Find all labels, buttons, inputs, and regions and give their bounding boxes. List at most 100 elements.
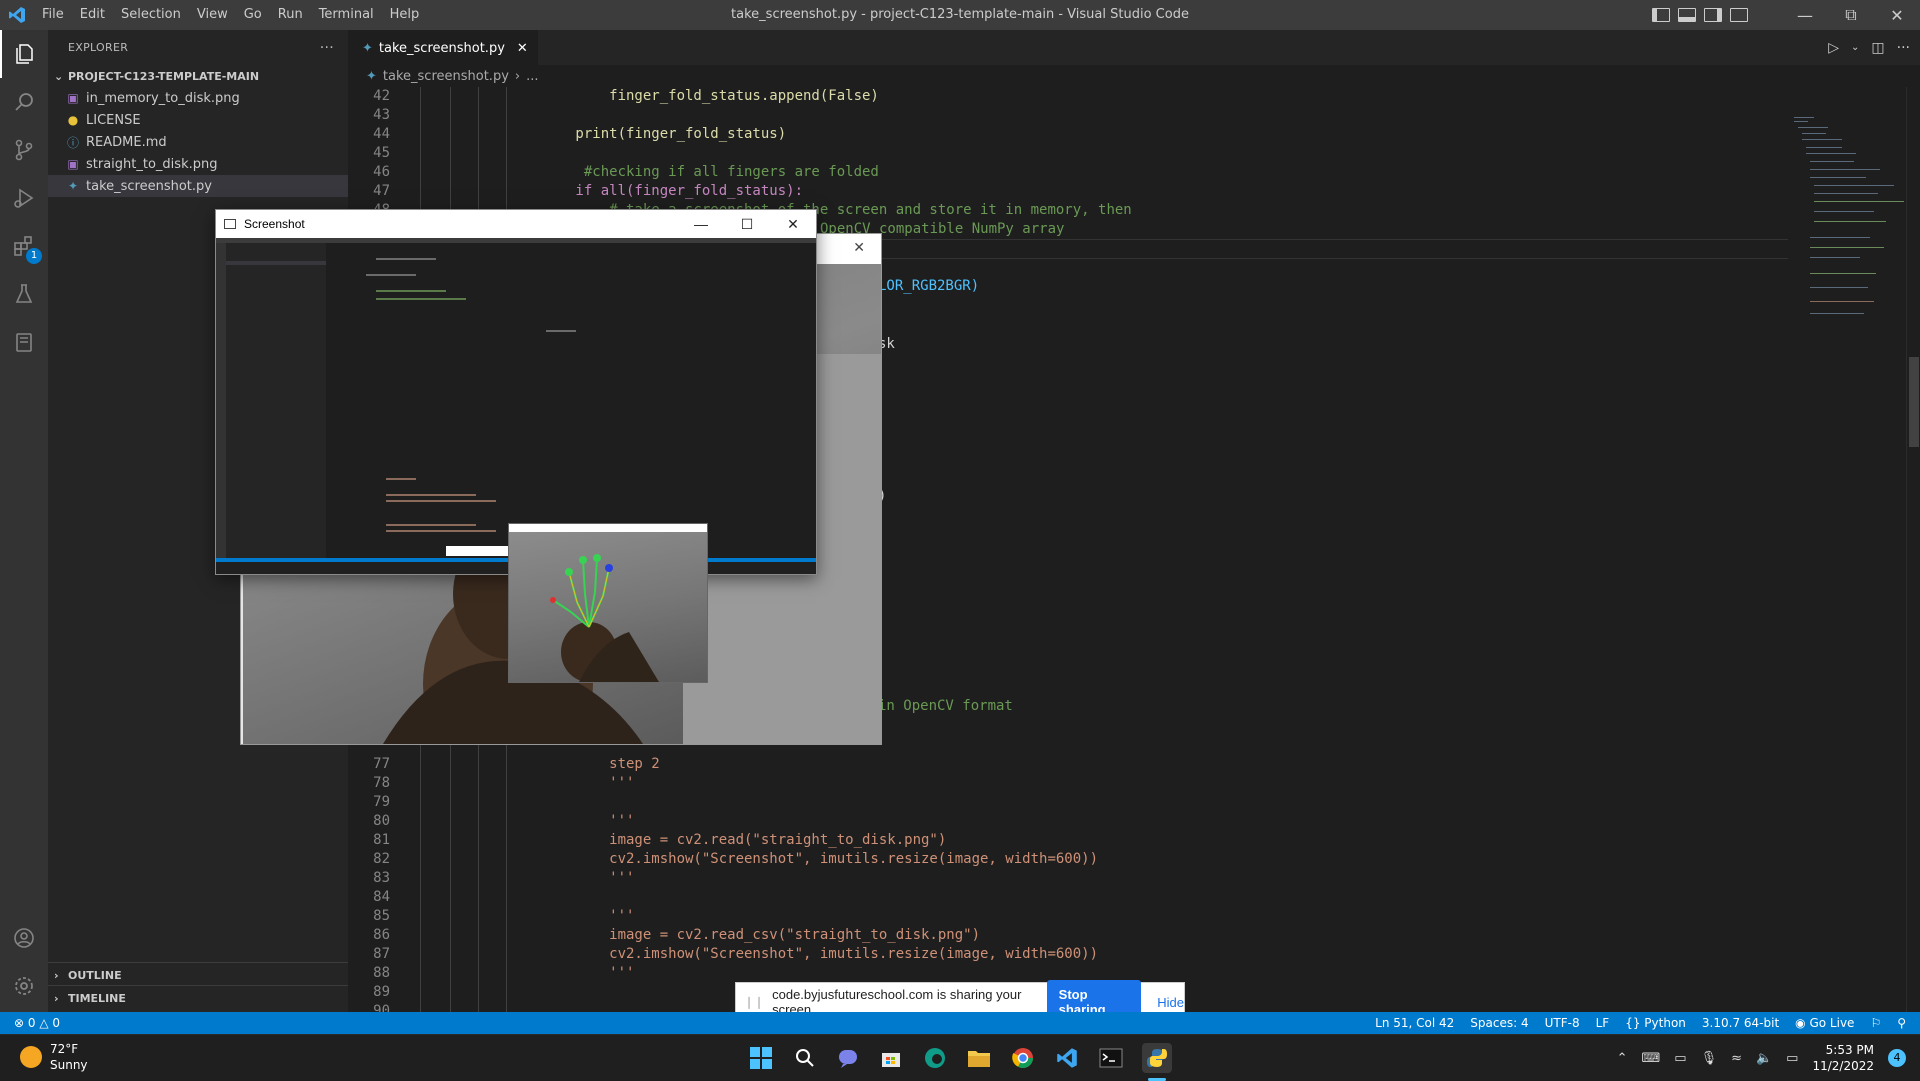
- display-icon[interactable]: ▭: [1674, 1051, 1686, 1066]
- feedback-icon[interactable]: ⚐: [1862, 1016, 1889, 1030]
- end-of-line[interactable]: LF: [1588, 1016, 1618, 1030]
- weather-widget[interactable]: 72°F Sunny: [20, 1041, 88, 1073]
- camera-window-close-icon[interactable]: ✕: [853, 240, 865, 256]
- menu-help[interactable]: Help: [382, 0, 428, 30]
- minimize-icon[interactable]: —: [1782, 0, 1828, 30]
- code-line: image = cv2.read("straight_to_disk.png"): [508, 832, 947, 848]
- notifications-bell-icon[interactable]: ⚲: [1889, 1016, 1920, 1030]
- more-actions-icon[interactable]: ···: [320, 40, 334, 56]
- chevron-right-icon: ›: [54, 968, 59, 982]
- editor-more-actions-icon[interactable]: ···: [1897, 40, 1910, 56]
- screenshot-window[interactable]: Screenshot — ☐ ✕: [215, 209, 817, 683]
- customize-layout-icon[interactable]: [1730, 8, 1748, 22]
- vscode-icon[interactable]: [1052, 1043, 1082, 1073]
- edge-icon[interactable]: [920, 1043, 950, 1073]
- outline-section[interactable]: › OUTLINE: [48, 964, 348, 986]
- clock-time: 5:53 PM: [1825, 1043, 1874, 1057]
- teams-chat-icon[interactable]: [834, 1043, 864, 1073]
- settings-gear-icon[interactable]: [0, 962, 48, 1010]
- indentation[interactable]: Spaces: 4: [1462, 1016, 1536, 1030]
- file-take-screenshot[interactable]: ✦ take_screenshot.py: [48, 175, 348, 197]
- extensions-icon[interactable]: 1: [0, 222, 48, 270]
- menu-run[interactable]: Run: [270, 0, 311, 30]
- screenshot-close-icon[interactable]: ✕: [770, 210, 816, 238]
- close-icon[interactable]: ✕: [1874, 0, 1920, 30]
- tab-close-icon[interactable]: ✕: [517, 41, 528, 56]
- broadcast-icon: ◉: [1795, 1016, 1806, 1030]
- editor-actions: ▷ ⌄ ◫ ···: [1828, 30, 1910, 65]
- language-mode[interactable]: {} Python: [1617, 1016, 1694, 1030]
- keyboard-icon[interactable]: ⌨: [1642, 1051, 1661, 1066]
- drag-handle-icon[interactable]: ❘❘: [744, 995, 764, 1009]
- menu-edit[interactable]: Edit: [72, 0, 113, 30]
- run-python-file-icon[interactable]: ▷: [1828, 40, 1839, 56]
- accounts-icon[interactable]: [0, 914, 48, 962]
- timeline-label: TIMELINE: [68, 991, 126, 1005]
- file-straight-to-disk[interactable]: ▣ straight_to_disk.png: [48, 153, 348, 175]
- file-explorer-icon[interactable]: [964, 1043, 994, 1073]
- menu-file[interactable]: File: [34, 0, 72, 30]
- screenshot-minimize-icon[interactable]: —: [678, 210, 724, 238]
- file-readme[interactable]: ⓘ README.md: [48, 131, 348, 153]
- warning-icon: △: [39, 1016, 49, 1030]
- timeline-section[interactable]: › TIMELINE: [48, 987, 348, 1009]
- screenshot-maximize-icon[interactable]: ☐: [724, 210, 770, 238]
- project-root-folder[interactable]: ⌄ PROJECT-C123-TEMPLATE-MAIN: [48, 65, 348, 87]
- file-license[interactable]: ● LICENSE: [48, 109, 348, 131]
- restore-icon[interactable]: ⧉: [1828, 0, 1874, 30]
- tab-take-screenshot[interactable]: ✦ take_screenshot.py ✕: [348, 30, 538, 65]
- clock[interactable]: 5:53 PM 11/2/2022: [1812, 1042, 1874, 1074]
- toggle-primary-sidebar-icon[interactable]: [1652, 8, 1670, 22]
- windows-start-icon[interactable]: [746, 1043, 776, 1073]
- toggle-secondary-sidebar-icon[interactable]: [1704, 8, 1722, 22]
- system-tray: ⌃ ⌨ ▭ 🎙 ≈ 🔈 ▭ 5:53 PM 11/2/2022 4: [1617, 1035, 1906, 1081]
- menu-terminal[interactable]: Terminal: [311, 0, 382, 30]
- code-line: if all(finger_fold_status):: [508, 183, 804, 199]
- minimap[interactable]: [1788, 87, 1920, 1012]
- scrollbar-thumb[interactable]: [1909, 357, 1919, 447]
- error-icon: ⊗: [14, 1016, 25, 1030]
- go-live-button[interactable]: ◉ Go Live: [1787, 1016, 1862, 1030]
- hide-button[interactable]: Hide: [1157, 995, 1184, 1010]
- code-line: ''': [508, 965, 635, 981]
- testing-icon[interactable]: [0, 270, 48, 318]
- run-debug-icon[interactable]: [0, 174, 48, 222]
- go-live-label: Go Live: [1809, 1016, 1855, 1030]
- wifi-icon[interactable]: ≈: [1731, 1051, 1742, 1066]
- line-number: 86: [373, 927, 390, 943]
- run-dropdown-icon[interactable]: ⌄: [1851, 42, 1859, 53]
- breadcrumb: ✦ take_screenshot.py › ...: [348, 65, 1920, 87]
- cursor-position[interactable]: Ln 51, Col 42: [1367, 1016, 1462, 1030]
- activity-bar: 1: [0, 30, 48, 1012]
- screenshot-window-titlebar[interactable]: Screenshot — ☐ ✕: [216, 210, 816, 238]
- menu-go[interactable]: Go: [236, 0, 270, 30]
- store-icon[interactable]: [876, 1043, 906, 1073]
- explorer-icon[interactable]: [0, 30, 48, 78]
- battery-icon[interactable]: ▭: [1786, 1051, 1798, 1066]
- python-icon[interactable]: [1142, 1043, 1172, 1073]
- toggle-panel-icon[interactable]: [1678, 8, 1696, 22]
- python-interpreter[interactable]: 3.10.7 64-bit: [1694, 1016, 1787, 1030]
- chrome-icon[interactable]: [1008, 1043, 1038, 1073]
- file-in-memory-to-disk[interactable]: ▣ in_memory_to_disk.png: [48, 87, 348, 109]
- menu-view[interactable]: View: [189, 0, 236, 30]
- search-icon[interactable]: [790, 1043, 820, 1073]
- line-number: 43: [373, 107, 390, 123]
- file-encoding[interactable]: UTF-8: [1537, 1016, 1588, 1030]
- terminal-icon[interactable]: [1096, 1043, 1126, 1073]
- search-icon[interactable]: [0, 78, 48, 126]
- error-count: 0: [27, 1016, 36, 1030]
- show-hidden-icons-icon[interactable]: ⌃: [1617, 1051, 1628, 1066]
- microphone-icon[interactable]: 🎙: [1701, 1051, 1718, 1066]
- menu-selection[interactable]: Selection: [113, 0, 189, 30]
- vertical-scrollbar[interactable]: [1906, 87, 1920, 1012]
- breadcrumb-file[interactable]: take_screenshot.py: [383, 69, 509, 84]
- speaker-icon[interactable]: 🔈: [1756, 1051, 1772, 1066]
- notification-count-badge[interactable]: 4: [1888, 1049, 1906, 1067]
- remote-explorer-icon[interactable]: [0, 318, 48, 366]
- problems-indicator[interactable]: ⊗ 0 △ 0: [0, 1016, 68, 1030]
- split-editor-icon[interactable]: ◫: [1871, 40, 1884, 56]
- breadcrumb-symbol[interactable]: ...: [526, 69, 538, 84]
- source-control-icon[interactable]: [0, 126, 48, 174]
- code-line: cv2.imshow("Screenshot", imutils.resize(…: [508, 851, 1099, 867]
